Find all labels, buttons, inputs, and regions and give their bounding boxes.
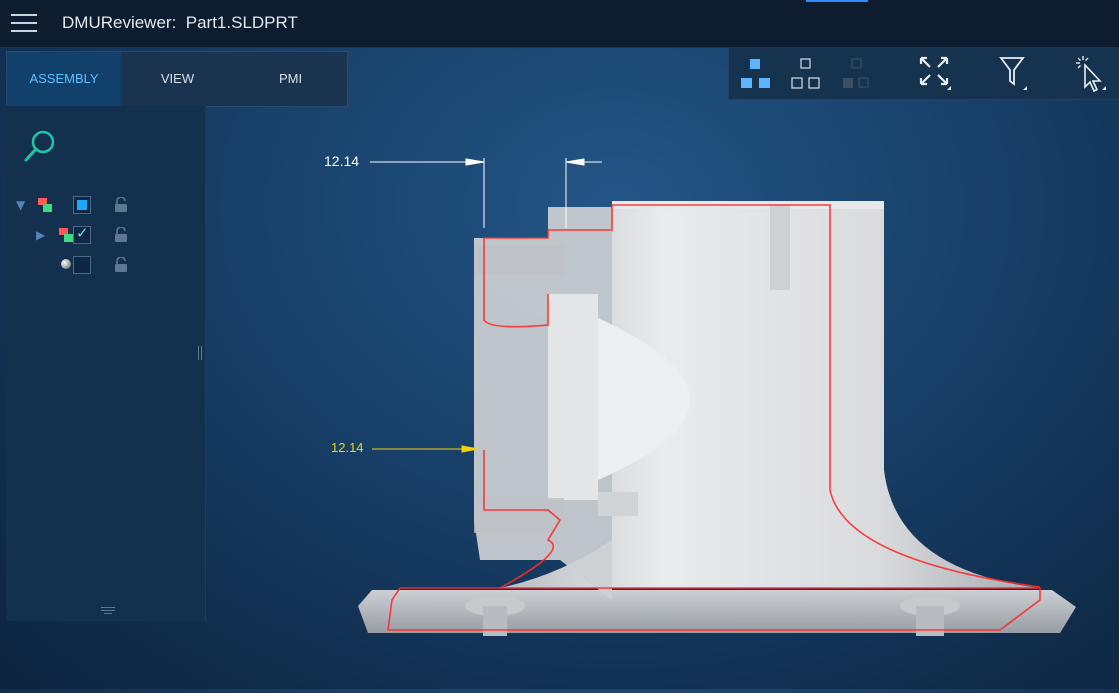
part-icon (59, 228, 73, 242)
unlock-icon[interactable] (114, 257, 128, 273)
3d-viewport[interactable]: 12.14 12.14 (206, 106, 1119, 689)
tab-pmi[interactable]: PMI (234, 52, 347, 106)
tab-assembly[interactable]: ASSEMBLY (7, 52, 121, 106)
window-title: DMUReviewer: Part1.SLDPRT (62, 13, 298, 33)
menu-icon[interactable] (11, 12, 37, 34)
panel-tabs: ASSEMBLY VIEW PMI (6, 51, 348, 107)
file-name: Part1.SLDPRT (185, 13, 298, 32)
collapse-triangle-icon[interactable]: ▼ (16, 198, 25, 212)
tab-view[interactable]: VIEW (121, 52, 234, 106)
model-render[interactable] (206, 106, 1119, 689)
cursor-select-icon[interactable] (1075, 54, 1109, 94)
body-sphere-icon (61, 259, 71, 269)
expand-arrows-icon[interactable] (917, 54, 953, 94)
tree-row-assembly[interactable]: ▼ (6, 194, 205, 216)
title-bar: DMUReviewer: Part1.SLDPRT (0, 0, 1119, 48)
tree-row-part[interactable]: ▶ ✓ (6, 224, 205, 246)
four-squares-filled-icon[interactable] (739, 54, 773, 94)
app-name: DMUReviewer: (62, 13, 177, 32)
assembly-tree-panel: ▼ ▶ ✓ (6, 106, 206, 621)
dimension-label-selected[interactable]: 12.14 (331, 440, 364, 455)
visibility-checkbox[interactable] (73, 196, 91, 214)
unlock-icon[interactable] (114, 197, 128, 213)
unlock-icon[interactable] (114, 227, 128, 243)
visibility-checkbox[interactable]: ✓ (73, 224, 91, 244)
panel-bottom-handle[interactable] (101, 606, 115, 616)
four-squares-dim-icon[interactable] (839, 54, 873, 94)
assembly-icon (38, 198, 52, 212)
dimension-label[interactable]: 12.14 (324, 153, 359, 169)
window-accent-bar (806, 0, 868, 2)
visibility-checkbox[interactable] (73, 256, 91, 274)
search-icon[interactable] (22, 128, 58, 164)
panel-resize-handle[interactable] (197, 346, 205, 362)
view-toolbar (728, 48, 1119, 100)
four-squares-outline-icon[interactable] (789, 54, 823, 94)
funnel-icon[interactable] (999, 54, 1031, 94)
tree-row-body[interactable] (6, 254, 205, 276)
expand-triangle-icon[interactable]: ▶ (36, 228, 45, 242)
